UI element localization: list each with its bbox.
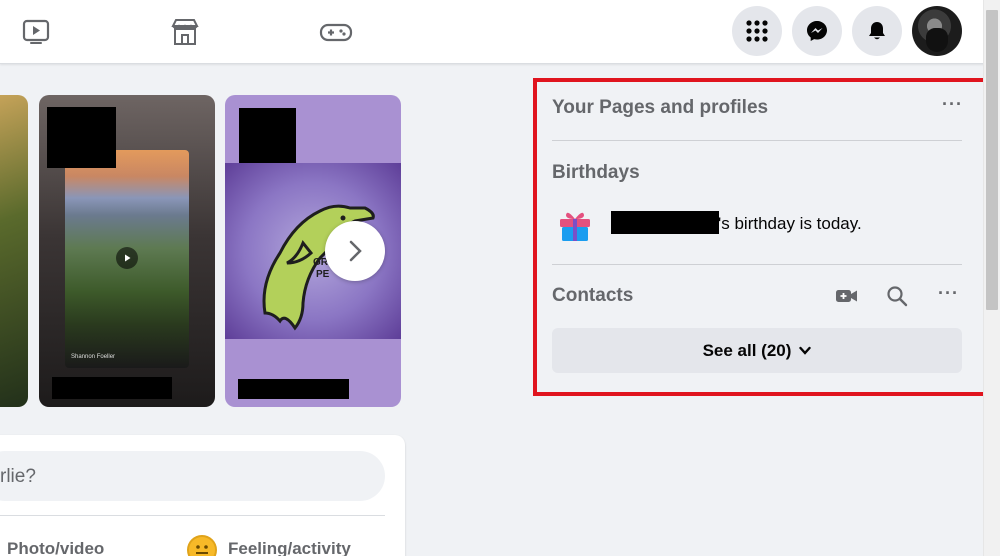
menu-grid-button[interactable] <box>732 6 782 56</box>
play-icon <box>116 247 138 269</box>
composer-placeholder: rlie? <box>0 466 36 487</box>
story-caption: Shannon Foeller <box>71 354 116 360</box>
page-scrollbar[interactable] <box>983 0 1000 556</box>
scrollbar-thumb[interactable] <box>986 10 998 310</box>
dolphin-text-2: PE <box>316 269 330 280</box>
redacted-name <box>238 379 349 399</box>
top-navigation-bar <box>0 0 1000 64</box>
notifications-button[interactable] <box>852 6 902 56</box>
highlight-annotation-box <box>533 78 997 396</box>
messenger-button[interactable] <box>792 6 842 56</box>
story-card[interactable]: Shannon Foeller <box>39 95 215 407</box>
redacted-avatar <box>47 107 116 168</box>
gaming-icon[interactable] <box>316 12 356 52</box>
composer-divider <box>0 515 385 516</box>
chevron-right-icon <box>349 240 362 262</box>
messenger-icon <box>807 21 827 41</box>
grid-icon <box>746 20 768 42</box>
account-avatar[interactable] <box>912 6 962 56</box>
stories-next-button[interactable] <box>325 221 385 281</box>
bell-icon <box>869 22 885 40</box>
feeling-emoji-icon <box>187 535 217 556</box>
redacted-name <box>52 377 172 399</box>
story-card-partial[interactable] <box>0 95 28 407</box>
composer-input[interactable]: rlie? <box>0 451 385 501</box>
watch-icon[interactable] <box>16 12 56 52</box>
redacted-avatar <box>239 108 296 163</box>
marketplace-icon[interactable] <box>165 12 205 52</box>
photo-video-button[interactable]: Photo/video <box>7 539 104 556</box>
post-composer: rlie? Photo/video Feeling/activity <box>0 435 405 556</box>
feeling-activity-button[interactable]: Feeling/activity <box>228 539 351 556</box>
